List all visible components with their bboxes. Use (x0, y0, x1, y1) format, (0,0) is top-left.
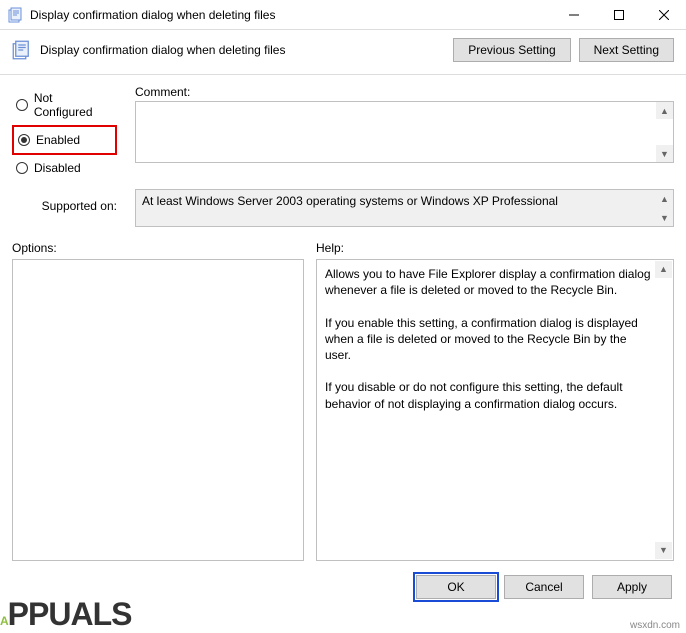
apply-button[interactable]: Apply (592, 575, 672, 599)
options-label: Options: (12, 241, 57, 255)
minimize-button[interactable] (551, 0, 596, 29)
scroll-up-icon[interactable]: ▲ (656, 102, 673, 119)
scroll-up-icon[interactable]: ▲ (655, 261, 672, 278)
radio-label: Disabled (34, 161, 81, 175)
policy-name: Display confirmation dialog when deletin… (40, 43, 453, 57)
state-group: Not Configured Enabled Disabled (12, 85, 117, 181)
scroll-down-icon[interactable]: ▼ (655, 542, 672, 559)
scroll-up-icon[interactable]: ▲ (656, 190, 673, 207)
policy-icon (8, 7, 24, 23)
radio-label: Not Configured (34, 91, 113, 119)
supported-on-label: Supported on: (42, 199, 117, 213)
comment-textarea[interactable]: ▲ ▼ (135, 101, 674, 163)
watermark: wsxdn.com (630, 620, 680, 631)
help-panel: Allows you to have File Explorer display… (316, 259, 674, 561)
footer: OK Cancel Apply (0, 561, 686, 611)
scroll-down-icon[interactable]: ▼ (656, 209, 673, 226)
close-button[interactable] (641, 0, 686, 29)
supported-on-text: At least Windows Server 2003 operating s… (142, 194, 558, 208)
titlebar: Display confirmation dialog when deletin… (0, 0, 686, 30)
window-title: Display confirmation dialog when deletin… (30, 8, 551, 22)
next-setting-button[interactable]: Next Setting (579, 38, 674, 62)
maximize-button[interactable] (596, 0, 641, 29)
window-controls (551, 0, 686, 29)
radio-enabled[interactable]: Enabled (12, 125, 117, 155)
help-paragraph: Allows you to have File Explorer display… (325, 266, 651, 298)
ok-button[interactable]: OK (416, 575, 496, 599)
comment-label: Comment: (135, 85, 190, 99)
supported-on-box: At least Windows Server 2003 operating s… (135, 189, 674, 227)
options-panel (12, 259, 304, 561)
previous-setting-button[interactable]: Previous Setting (453, 38, 570, 62)
cancel-button[interactable]: Cancel (504, 575, 584, 599)
radio-not-configured[interactable]: Not Configured (12, 85, 117, 125)
radio-disabled[interactable]: Disabled (12, 155, 117, 181)
scroll-down-icon[interactable]: ▼ (656, 145, 673, 162)
policy-icon (12, 40, 32, 60)
help-paragraph: If you enable this setting, a confirmati… (325, 315, 651, 364)
help-label: Help: (316, 241, 344, 255)
radio-label: Enabled (36, 133, 80, 147)
header: Display confirmation dialog when deletin… (0, 30, 686, 75)
help-paragraph: If you disable or do not configure this … (325, 379, 651, 411)
